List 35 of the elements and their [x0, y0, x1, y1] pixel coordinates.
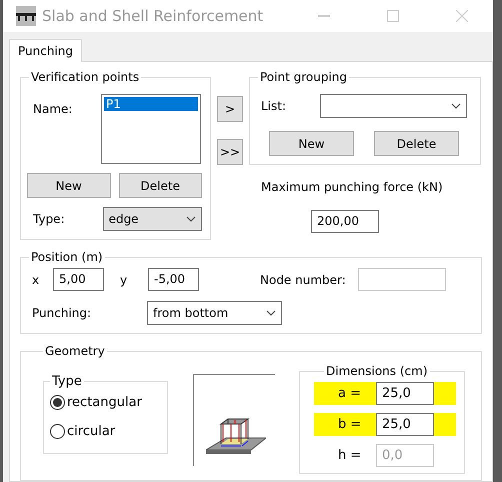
group-title: Position (m)	[30, 250, 104, 264]
new-button[interactable]: New	[27, 173, 110, 198]
group-title: Point grouping	[259, 70, 348, 84]
force-input[interactable]: 200,00	[311, 210, 379, 233]
tab[interactable]: Punching	[9, 39, 82, 62]
dimension-label: b =	[338, 417, 362, 432]
list-item[interactable]: P1	[104, 97, 198, 111]
radio-label: circular	[67, 424, 116, 439]
field-label: Name:	[32, 101, 74, 116]
x-input[interactable]: 5,00	[53, 268, 104, 291]
punching-dropdown[interactable]: from bottom	[147, 301, 282, 325]
group-title: Type	[51, 374, 83, 389]
group-title: Verification points	[30, 70, 140, 84]
delete-button[interactable]: Delete	[118, 173, 202, 198]
field-label: Maximum punching force (kN)	[261, 180, 444, 194]
field-label: x	[31, 272, 40, 286]
type-dropdown[interactable]: edge	[102, 207, 202, 231]
dimension-label: h =	[338, 448, 362, 463]
field-label: y	[119, 272, 128, 286]
group-title: Dimensions (cm)	[325, 364, 429, 378]
move-button[interactable]: >	[217, 96, 243, 122]
move-button[interactable]: >>	[217, 139, 243, 165]
dimension-input[interactable]: 25,0	[376, 382, 434, 405]
dimension-label: a =	[338, 386, 362, 401]
field-label: Punching:	[31, 306, 92, 320]
radio-label: rectangular	[67, 395, 142, 410]
field-label: List:	[260, 99, 288, 113]
field-label: Node number:	[260, 272, 347, 286]
delete-button[interactable]: Delete	[374, 131, 459, 156]
y-input[interactable]: -5,00	[148, 268, 199, 291]
group-title: Geometry	[44, 344, 106, 358]
dimension-input[interactable]: 25,0	[376, 413, 434, 436]
window-title: Slab and Shell Reinforcement	[42, 7, 264, 25]
new-button[interactable]: New	[269, 131, 354, 156]
field-label: Type:	[32, 212, 66, 226]
